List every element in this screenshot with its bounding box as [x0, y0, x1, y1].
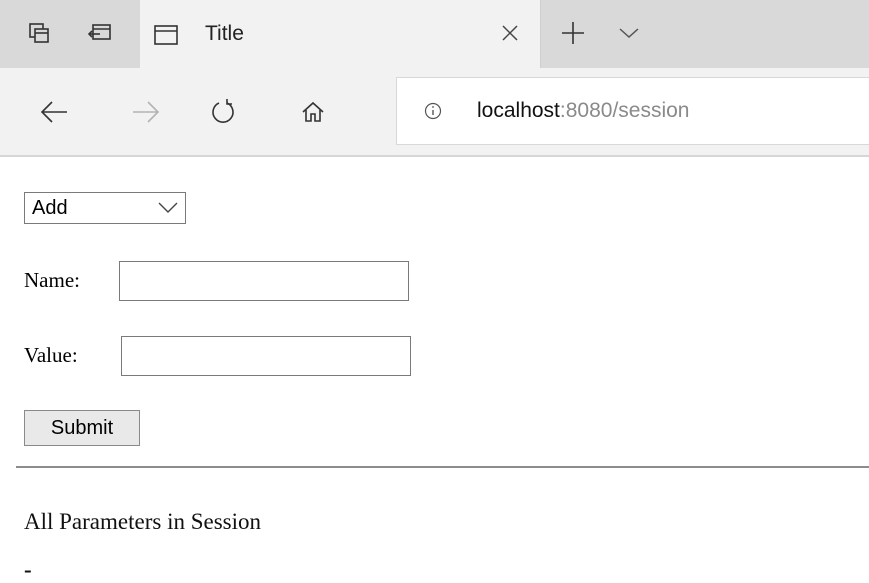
url-host: localhost — [477, 99, 560, 122]
forward-button[interactable] — [128, 94, 164, 130]
info-icon — [424, 102, 442, 120]
plus-icon — [562, 22, 584, 44]
url-text[interactable]: localhost:8080/session — [477, 99, 689, 123]
browser-tab[interactable]: Title — [140, 0, 541, 68]
value-label: Value: — [24, 343, 78, 367]
address-bar[interactable]: localhost:8080/session — [396, 77, 869, 145]
tab-bar: Title — [0, 0, 869, 68]
refresh-icon — [212, 99, 234, 123]
chevron-down-icon — [619, 28, 639, 39]
home-button[interactable] — [295, 94, 331, 130]
section-heading: All Parameters in Session — [24, 509, 261, 534]
back-button[interactable] — [36, 94, 72, 130]
navigation-bar: localhost:8080/session — [0, 68, 869, 157]
close-icon — [502, 25, 518, 41]
name-input[interactable] — [119, 261, 409, 301]
tab-title: Title — [205, 22, 244, 45]
tab-list-button[interactable] — [614, 18, 644, 48]
page-icon — [154, 25, 178, 45]
action-select[interactable]: Add — [24, 192, 186, 224]
set-aside-tabs-button[interactable] — [85, 18, 115, 48]
back-arrow-icon — [40, 101, 67, 123]
chevron-down-icon — [158, 202, 178, 213]
name-label: Name: — [24, 268, 80, 292]
home-icon — [302, 101, 324, 122]
url-path: :8080/session — [559, 99, 690, 122]
divider — [16, 466, 869, 468]
parameters-list-item: - — [24, 557, 32, 582]
tab-previews-button[interactable] — [24, 18, 54, 48]
action-select-value: Add — [32, 197, 68, 219]
site-info-button[interactable] — [423, 101, 443, 121]
new-tab-button[interactable] — [558, 18, 588, 48]
tab-previews-icon — [29, 23, 49, 43]
close-tab-button[interactable] — [496, 19, 524, 47]
submit-button[interactable]: Submit — [24, 410, 140, 446]
set-aside-tabs-icon — [88, 24, 111, 40]
value-input[interactable] — [121, 336, 411, 376]
refresh-button[interactable] — [205, 94, 241, 130]
forward-arrow-icon — [133, 101, 160, 123]
page-content: Add Name: Value: Submit All Parameters i… — [0, 157, 869, 582]
